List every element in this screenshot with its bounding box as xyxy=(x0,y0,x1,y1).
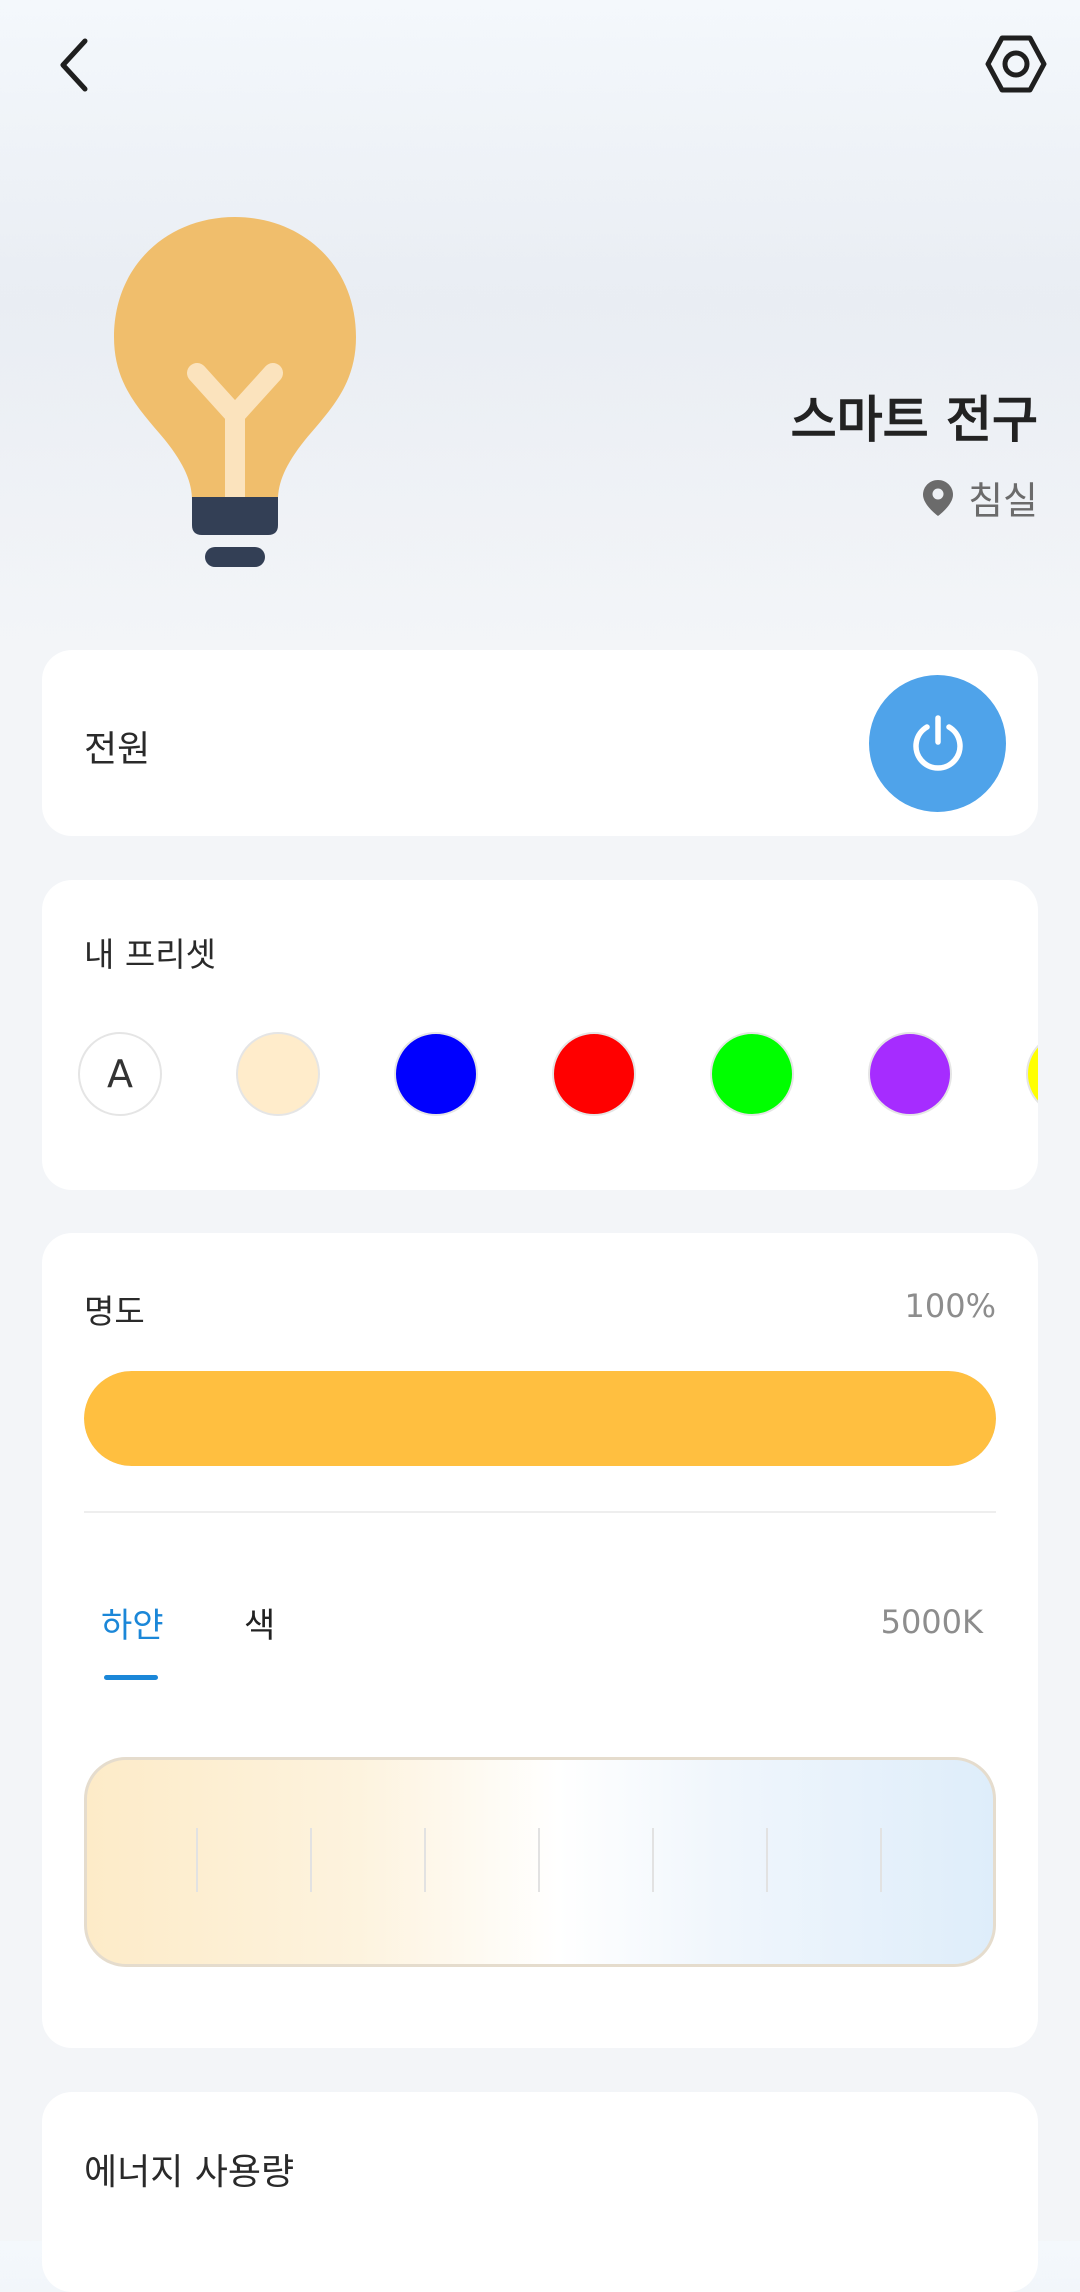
scale-tick xyxy=(424,1828,426,1892)
power-toggle-button[interactable] xyxy=(869,675,1006,812)
back-button[interactable] xyxy=(40,20,110,110)
brightness-label: 명도 xyxy=(84,1292,145,1331)
chevron-left-icon xyxy=(60,38,88,92)
room-label: 침실 xyxy=(968,479,1038,523)
preset-swatch[interactable] xyxy=(552,1032,636,1116)
scale-tick xyxy=(652,1828,654,1892)
scale-tick xyxy=(880,1828,882,1892)
scale-tick xyxy=(196,1828,198,1892)
preset-swatch[interactable] xyxy=(868,1032,952,1116)
scale-tick xyxy=(766,1828,768,1892)
tab-white[interactable]: 하얀 xyxy=(101,1598,164,1647)
brightness-slider[interactable] xyxy=(84,1371,996,1466)
hex-gear-icon xyxy=(985,35,1047,93)
settings-button[interactable] xyxy=(976,24,1056,104)
device-location: 침실 xyxy=(922,470,1038,525)
preset-auto[interactable]: A xyxy=(78,1032,162,1116)
presets-title: 내 프리셋 xyxy=(84,935,216,974)
color-temp-slider[interactable] xyxy=(84,1757,996,1967)
device-name: 스마트 전구 xyxy=(790,391,1038,449)
tab-active-indicator xyxy=(104,1675,158,1680)
power-label: 전원 xyxy=(84,729,151,770)
tab-color[interactable]: 색 xyxy=(244,1598,275,1647)
preset-swatch[interactable] xyxy=(394,1032,478,1116)
preset-swatch[interactable] xyxy=(710,1032,794,1116)
scale-tick xyxy=(538,1828,540,1892)
power-icon xyxy=(912,714,963,771)
energy-title: 에너지 사용량 xyxy=(84,2152,295,2193)
location-pin-icon xyxy=(923,479,954,516)
preset-swatch[interactable] xyxy=(236,1032,320,1116)
brightness-slider-fill xyxy=(84,1371,996,1466)
brightness-value: 100% xyxy=(904,1287,996,1325)
presets-card: 내 프리셋 A xyxy=(42,880,1038,1190)
bulb-illustration xyxy=(110,215,360,575)
preset-auto-label: A xyxy=(107,1052,133,1096)
scale-tick xyxy=(310,1828,312,1892)
lightbulb-icon xyxy=(114,217,356,567)
color-temp-value: 5000K xyxy=(880,1603,983,1641)
divider xyxy=(84,1511,996,1513)
preset-swatch[interactable] xyxy=(1026,1032,1038,1116)
